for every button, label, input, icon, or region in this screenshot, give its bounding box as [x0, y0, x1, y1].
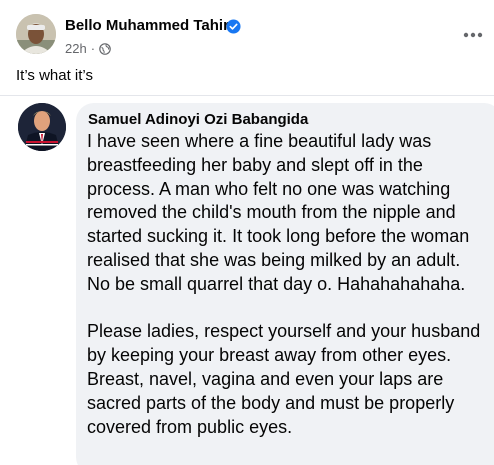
more-options-button[interactable]: [460, 22, 486, 48]
facebook-post: Bello Muhammed Tahir 22h · It’s what it’…: [0, 0, 494, 465]
verified-badge-icon: [226, 19, 241, 34]
author-name[interactable]: Bello Muhammed Tahir: [65, 17, 229, 34]
quoted-paragraph-2: Please ladies, respect yourself and your…: [87, 321, 481, 437]
quoted-author-avatar[interactable]: [18, 103, 66, 151]
quoted-comment-bubble: Samuel Adinoyi Ozi Babangida I have seen…: [76, 103, 494, 465]
post-caption: It’s what it’s: [16, 67, 93, 84]
quoted-author-avatar-image: [18, 103, 66, 151]
quoted-author-name[interactable]: Samuel Adinoyi Ozi Babangida: [88, 111, 308, 128]
author-avatar-image: [16, 14, 56, 54]
quoted-paragraph-1: I have seen where a fine beautiful lady …: [87, 131, 470, 294]
quoted-comment-text: I have seen where a fine beautiful lady …: [87, 130, 487, 439]
meta-separator: ·: [90, 41, 96, 56]
author-avatar[interactable]: [16, 14, 56, 54]
globe-icon[interactable]: [99, 42, 111, 55]
divider: [0, 95, 494, 96]
post-timestamp[interactable]: 22h: [65, 41, 87, 56]
more-options-icon: [463, 32, 483, 38]
post-meta: 22h ·: [65, 41, 111, 56]
